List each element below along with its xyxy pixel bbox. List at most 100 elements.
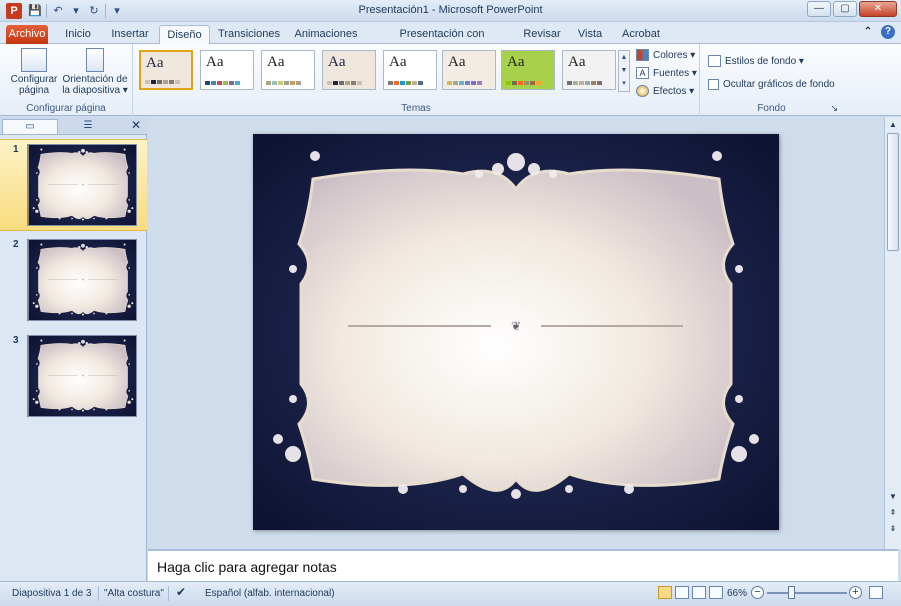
theme-swatch (266, 81, 271, 85)
normal-view-icon[interactable] (658, 586, 672, 599)
previous-slide-icon[interactable]: ⇞ (887, 507, 899, 519)
slide-position-status: Diapositiva 1 de 3 (12, 588, 92, 599)
orientacion-label: Orientación de la diapositiva ▾ (62, 74, 128, 96)
slideshow-view-icon[interactable] (709, 586, 723, 599)
tab-inicio[interactable]: Inicio (58, 25, 98, 44)
tab-slides[interactable]: ▭ (2, 119, 58, 134)
slide-thumbnail-1[interactable]: 1 (0, 139, 147, 231)
customize-qat-icon[interactable]: ▾ (110, 4, 124, 18)
theme-sample-text: Aa (328, 54, 346, 70)
status-separator (168, 586, 169, 601)
themes-scroll-up-icon[interactable]: ▲ (619, 51, 629, 64)
tab-animaciones[interactable]: Animaciones (292, 25, 360, 44)
slide-thumbnail-image (27, 144, 137, 226)
save-icon[interactable]: 💾 (28, 4, 42, 18)
scroll-up-icon[interactable]: ▲ (887, 119, 899, 131)
help-icon[interactable]: ? (881, 25, 895, 39)
theme-color-swatches (506, 81, 541, 85)
dialog-launcher-icon[interactable]: ↘ (830, 103, 838, 114)
theme-office[interactable]: Aa (200, 50, 254, 90)
theme-sample-text: Aa (568, 54, 586, 70)
powerpoint-app-icon[interactable]: P (6, 2, 22, 19)
theme-alta-costura-dark[interactable]: Aa (322, 50, 376, 90)
group-configurar-pagina: Configurar página Orientación de la diap… (0, 44, 133, 116)
maximize-button[interactable]: ▢ (833, 1, 857, 17)
tab-transiciones[interactable]: Transiciones (216, 25, 282, 44)
vertical-scrollbar[interactable]: ▲ ▼ ⇞ ⇟ (884, 117, 901, 549)
tab-vista[interactable]: Vista (572, 25, 608, 44)
themes-scroll-down-icon[interactable]: ▼ (619, 64, 629, 77)
zoom-level[interactable]: 66% (727, 588, 747, 599)
theme-austin[interactable]: Aa (501, 50, 555, 90)
scroll-down-icon[interactable]: ▼ (887, 491, 899, 503)
zoom-slider[interactable] (767, 592, 847, 594)
theme-swatch (163, 80, 168, 84)
slide-thumbnail-2[interactable]: 2 (0, 235, 147, 327)
minimize-ribbon-icon[interactable]: ⌃ (861, 25, 875, 39)
tab-presentacion[interactable]: Presentación con diapositivas (370, 25, 514, 58)
close-panel-icon[interactable]: ✕ (131, 118, 141, 132)
tab-archivo[interactable]: Archivo (6, 25, 48, 44)
minimize-button[interactable]: — (807, 1, 831, 17)
theme-swatch (145, 80, 150, 84)
quick-access-toolbar: 💾 ↶ ▾ ↻ ▾ (28, 3, 124, 18)
theme-swatch (518, 81, 523, 85)
theme-swatch (591, 81, 596, 85)
fit-to-window-icon[interactable] (869, 586, 883, 599)
theme-adjacency[interactable]: Aa (261, 50, 315, 90)
reading-view-icon[interactable] (692, 586, 706, 599)
tab-insertar[interactable]: Insertar (106, 25, 154, 44)
redo-icon[interactable]: ↻ (87, 4, 101, 18)
efectos-button[interactable]: Efectos ▾ (636, 85, 694, 97)
theme-swatch (223, 81, 228, 85)
theme-color-swatches (145, 80, 180, 84)
spellcheck-icon[interactable]: ✔ (176, 585, 186, 599)
colores-button[interactable]: Colores ▾ (636, 49, 695, 61)
current-slide[interactable]: ❦ (253, 134, 779, 530)
tab-diseno[interactable]: Diseño (159, 25, 210, 44)
close-button[interactable]: ✕ (859, 1, 897, 17)
slides-panel: ▭ ☰ ✕ 1 2 3 (0, 117, 147, 581)
configurar-pagina-button[interactable]: Configurar página (6, 48, 62, 96)
slide-sorter-view-icon[interactable] (675, 586, 689, 599)
zoom-in-icon[interactable]: + (849, 586, 862, 599)
theme-apex[interactable]: Aa (442, 50, 496, 90)
tab-acrobat[interactable]: Acrobat (616, 25, 666, 44)
theme-sample-text: Aa (389, 54, 407, 70)
themes-scroll[interactable]: ▲ ▼ ▾ (618, 50, 630, 92)
tab-outline[interactable]: ☰ (60, 119, 116, 134)
themes-more-icon[interactable]: ▾ (619, 77, 629, 90)
theme-color-swatches (567, 81, 602, 85)
tab-revisar[interactable]: Revisar (520, 25, 564, 44)
language-status[interactable]: Español (alfab. internacional) (205, 588, 335, 599)
notes-pane[interactable]: Haga clic para agregar notas (148, 549, 898, 581)
slide-number: 3 (13, 335, 19, 346)
fuentes-button[interactable]: A Fuentes ▾ (636, 67, 697, 79)
group-label-configurar: Configurar página (26, 103, 106, 114)
theme-swatch (388, 81, 393, 85)
next-slide-icon[interactable]: ⇟ (887, 523, 899, 535)
slide-thumbnail-3[interactable]: 3 (0, 331, 147, 423)
zoom-slider-knob[interactable] (788, 586, 795, 599)
estilos-fondo-button[interactable]: Estilos de fondo ▾ (708, 55, 804, 67)
qat-separator (46, 3, 47, 18)
window-title: Presentación1 - Microsoft PowerPoint (358, 4, 543, 16)
undo-icon[interactable]: ↶ (51, 4, 65, 18)
ocultar-graficos-option[interactable]: Ocultar gráficos de fondo (708, 79, 835, 90)
theme-swatch (459, 81, 464, 85)
undo-dropdown-icon[interactable]: ▾ (69, 4, 83, 18)
ocultar-graficos-checkbox[interactable] (708, 79, 719, 90)
theme-swatch (333, 81, 338, 85)
scroll-thumb[interactable] (887, 133, 899, 251)
theme-angles[interactable]: Aa (383, 50, 437, 90)
orientacion-button[interactable]: Orientación de la diapositiva ▾ (60, 48, 130, 96)
colors-icon (636, 49, 649, 61)
theme-sample-text: Aa (267, 54, 285, 70)
title-bar: P 💾 ↶ ▾ ↻ ▾ Presentación1 - Microsoft Po… (0, 0, 901, 22)
theme-black-tie[interactable]: Aa (562, 50, 616, 90)
zoom-out-icon[interactable]: − (751, 586, 764, 599)
theme-current[interactable]: Aa (139, 50, 193, 90)
theme-color-swatches (327, 81, 362, 85)
theme-swatch (573, 81, 578, 85)
notes-placeholder[interactable]: Haga clic para agregar notas (157, 559, 337, 575)
